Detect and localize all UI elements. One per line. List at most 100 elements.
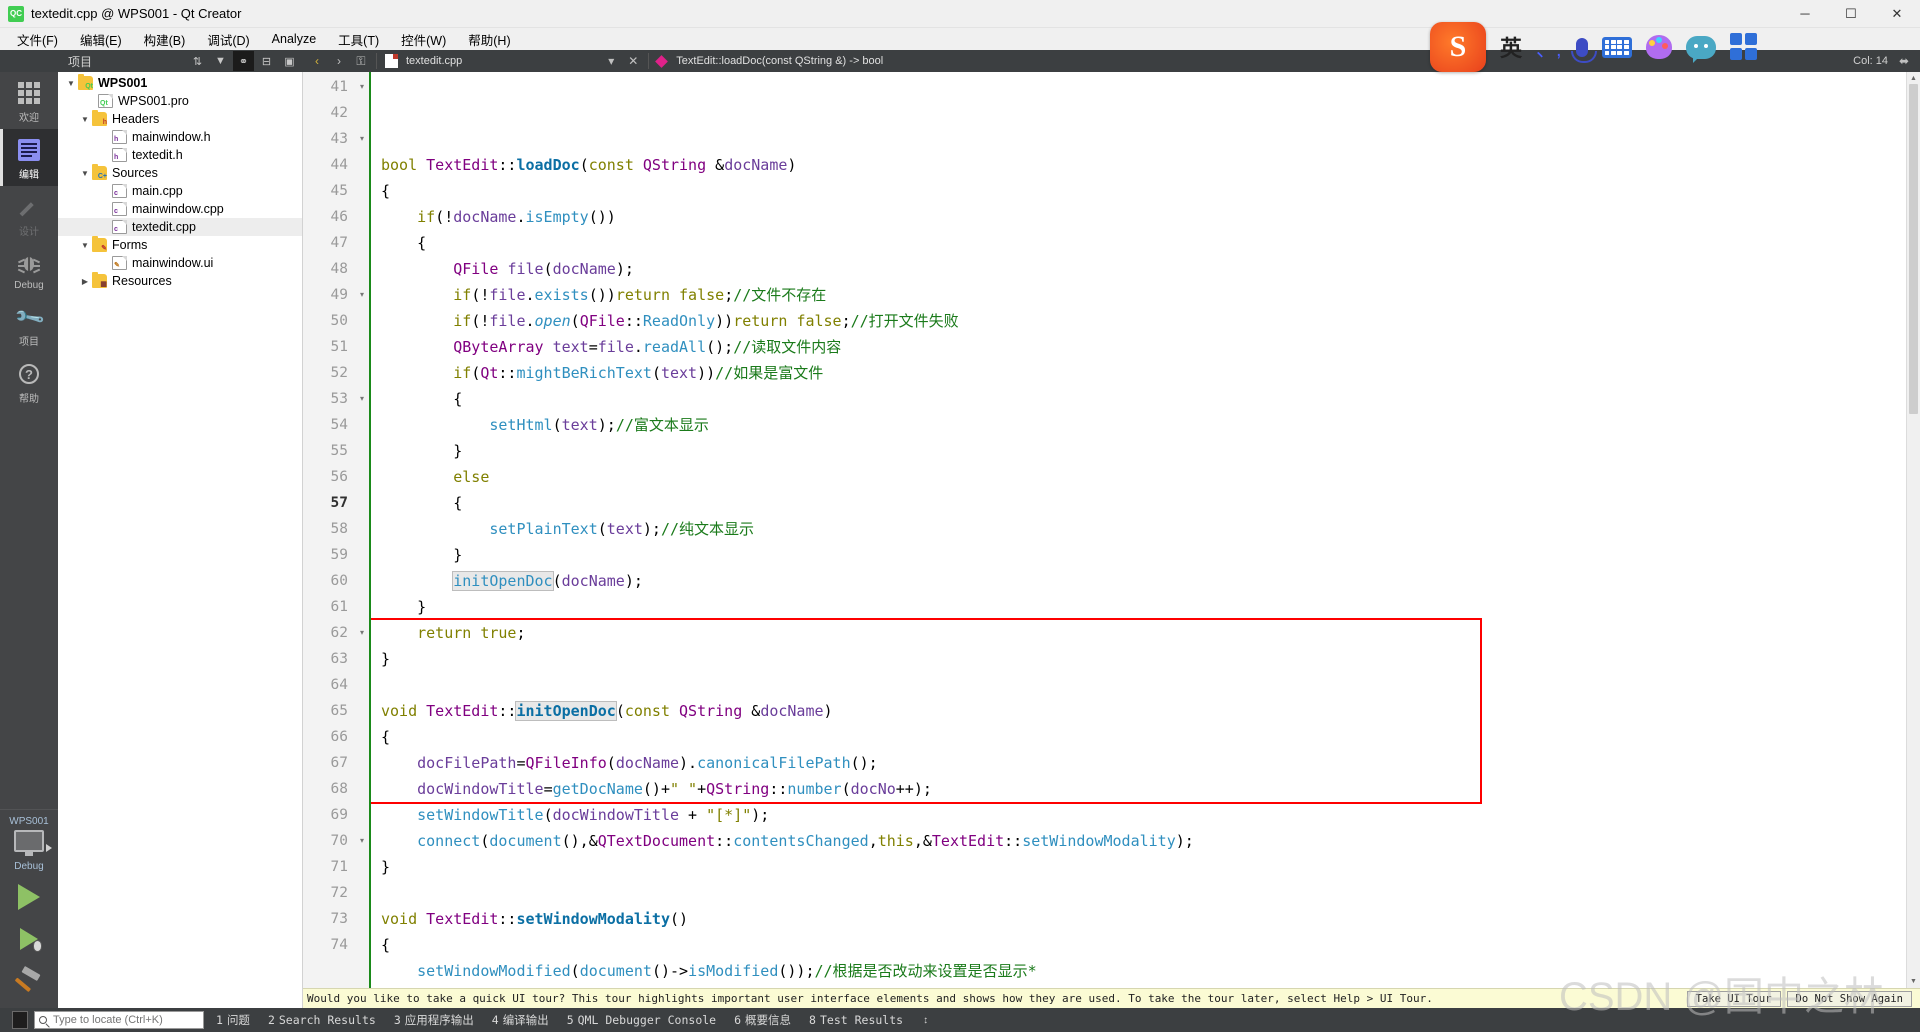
scrollbar-thumb[interactable] bbox=[1909, 84, 1918, 414]
locator-input[interactable] bbox=[51, 1013, 199, 1027]
mode-edit[interactable]: 编辑 bbox=[0, 129, 58, 186]
kit-expand-arrow-icon[interactable] bbox=[46, 844, 52, 852]
do-not-show-again-button[interactable]: Do Not Show Again bbox=[1786, 990, 1912, 1007]
tree-node-wps001-pro[interactable]: Qt WPS001.pro bbox=[58, 92, 302, 110]
split-editor-icon[interactable]: ⬌ bbox=[1894, 51, 1914, 71]
tree-node-forms[interactable]: ▼ ✎ Forms bbox=[58, 236, 302, 254]
tree-label: mainwindow.ui bbox=[132, 256, 214, 270]
palette-icon[interactable] bbox=[1645, 35, 1672, 59]
scroll-down-arrow-icon[interactable]: ▼ bbox=[1907, 975, 1920, 988]
ime-floating-bar[interactable]: S 英 、, bbox=[1430, 22, 1758, 72]
maximize-button[interactable]: ☐ bbox=[1828, 0, 1874, 28]
mode-projects[interactable]: 🔧 项目 bbox=[0, 296, 58, 353]
sidebar-toggle-icon[interactable] bbox=[12, 1011, 28, 1029]
fold-markers-column[interactable]: ▾ ▾ ▾ ▾ ▾ ▾ bbox=[355, 72, 369, 988]
symbol-combo[interactable]: TextEdit::loadDoc(const QString &) -> bo… bbox=[654, 51, 891, 71]
menu-edit[interactable]: 编辑(E) bbox=[69, 28, 133, 51]
tree-node-sources[interactable]: ▼ C+ Sources bbox=[58, 164, 302, 182]
kit-selector-group: WPS001 Debug bbox=[0, 809, 58, 1008]
line-number: 49 bbox=[330, 287, 348, 303]
tree-node-mainwindow-cpp[interactable]: c mainwindow.cpp bbox=[58, 200, 302, 218]
output-pane-qml-debugger-console[interactable]: 5 QML Debugger Console bbox=[561, 1013, 722, 1027]
twisty-down-icon[interactable]: ▼ bbox=[64, 79, 78, 88]
tree-node-textedit-cpp[interactable]: c textedit.cpp bbox=[58, 218, 302, 236]
mode-design[interactable]: 设计 bbox=[0, 186, 58, 243]
menu-help[interactable]: 帮助(H) bbox=[457, 28, 521, 51]
debug-button[interactable] bbox=[0, 918, 58, 960]
twisty-down-icon[interactable]: ▼ bbox=[78, 115, 92, 124]
tree-label: Resources bbox=[112, 274, 172, 288]
code-editor[interactable]: 41 42 43 44 45 46 47 48 49 50 51 52 53 54 55 56 57 58 59 60… bbox=[303, 72, 1920, 988]
toolbar-separator-2 bbox=[648, 53, 650, 69]
output-pane-test-results[interactable]: 8 Test Results bbox=[803, 1013, 909, 1027]
close-button[interactable]: ✕ bbox=[1874, 0, 1920, 28]
sort-icon[interactable]: ⇅ bbox=[187, 51, 208, 71]
tree-node-mainwindow-ui[interactable]: ✎ mainwindow.ui bbox=[58, 254, 302, 272]
tree-node-headers[interactable]: ▼ h Headers bbox=[58, 110, 302, 128]
split-icon[interactable]: ▣ bbox=[279, 51, 300, 71]
menu-window[interactable]: 控件(W) bbox=[390, 28, 457, 51]
fold-toggle-icon[interactable]: ▾ bbox=[355, 828, 369, 854]
sogou-ime-logo-icon[interactable]: S bbox=[1430, 22, 1486, 72]
code-line: setWindowTitle(docWindowTitle + "[*]"); bbox=[417, 806, 770, 824]
twisty-right-icon[interactable]: ▶ bbox=[78, 277, 92, 286]
back-navigation-icon[interactable]: ‹ bbox=[307, 51, 327, 71]
fold-toggle-icon[interactable]: ▾ bbox=[355, 126, 369, 152]
mode-help[interactable]: ? 帮助 bbox=[0, 353, 58, 410]
fold-toggle-icon[interactable]: ▾ bbox=[355, 386, 369, 412]
file-combo-dropdown-icon[interactable]: ▾ bbox=[601, 51, 621, 71]
ime-punctuation-label[interactable]: 、, bbox=[1536, 33, 1562, 62]
ime-mode-label[interactable]: 英 bbox=[1500, 31, 1522, 63]
line-number: 52 bbox=[330, 365, 348, 381]
twisty-down-icon[interactable]: ▼ bbox=[78, 241, 92, 250]
menu-build[interactable]: 构建(B) bbox=[133, 28, 197, 51]
forward-navigation-icon[interactable]: › bbox=[329, 51, 349, 71]
menu-tools[interactable]: 工具(T) bbox=[327, 28, 390, 51]
collapse-all-icon[interactable]: ⊟ bbox=[256, 51, 277, 71]
menu-analyze[interactable]: Analyze bbox=[261, 30, 327, 48]
project-tree[interactable]: ▼ Qt WPS001 Qt WPS001.pro ▼ h Headers h … bbox=[58, 72, 303, 1008]
menu-file[interactable]: 文件(F) bbox=[6, 28, 69, 51]
tree-node-textedit-h[interactable]: h textedit.h bbox=[58, 146, 302, 164]
lock-icon[interactable]: ⚿ bbox=[351, 51, 371, 71]
code-text[interactable]: bool TextEdit::loadDoc(const QString &do… bbox=[371, 72, 1906, 988]
keyboard-icon[interactable] bbox=[1601, 36, 1632, 58]
code-line: setPlainText(text);//纯文本显示 bbox=[489, 520, 755, 538]
editor-vertical-scrollbar[interactable]: ▲ ▼ bbox=[1906, 72, 1920, 988]
output-pane-general-messages[interactable]: 6 概要信息 bbox=[728, 1012, 797, 1028]
minimize-button[interactable]: ─ bbox=[1782, 0, 1828, 28]
build-button[interactable] bbox=[0, 960, 58, 1002]
mode-debug[interactable]: Debug bbox=[0, 243, 58, 296]
output-pane-search-results[interactable]: 2 Search Results bbox=[262, 1013, 382, 1027]
fold-toggle-icon[interactable]: ▾ bbox=[355, 74, 369, 100]
output-pane-compile-output[interactable]: 4 编译输出 bbox=[486, 1012, 555, 1028]
output-pane-application-output[interactable]: 3 应用程序输出 bbox=[388, 1012, 480, 1028]
kit-selector[interactable]: WPS001 Debug bbox=[0, 809, 58, 876]
close-document-icon[interactable]: ✕ bbox=[623, 51, 643, 71]
tree-node-mainwindow-h[interactable]: h mainwindow.h bbox=[58, 128, 302, 146]
locator-input-wrap[interactable] bbox=[34, 1011, 204, 1029]
app-grid-icon[interactable] bbox=[1729, 33, 1758, 61]
menu-debug[interactable]: 调试(D) bbox=[196, 28, 260, 51]
tree-node-resources[interactable]: ▶ ▦ Resources bbox=[58, 272, 302, 290]
output-pane-resize-handle-icon[interactable]: ↕ bbox=[915, 1015, 936, 1026]
tree-node-wps001[interactable]: ▼ Qt WPS001 bbox=[58, 74, 302, 92]
microphone-icon[interactable] bbox=[1570, 37, 1597, 63]
chat-bubble-icon[interactable] bbox=[1685, 35, 1716, 63]
open-file-combo[interactable]: textedit.cpp bbox=[382, 51, 470, 71]
fold-toggle-icon[interactable]: ▾ bbox=[355, 282, 369, 308]
mode-welcome[interactable]: 欢迎 bbox=[0, 72, 58, 129]
tree-node-main-cpp[interactable]: c main.cpp bbox=[58, 182, 302, 200]
fold-toggle-icon[interactable]: ▾ bbox=[355, 620, 369, 646]
code-line: } bbox=[381, 442, 463, 460]
output-pane-problems[interactable]: 1 问题 bbox=[210, 1012, 256, 1028]
run-button[interactable] bbox=[0, 876, 58, 918]
take-ui-tour-button[interactable]: Take UI Tour bbox=[1686, 990, 1781, 1007]
link-sync-icon[interactable]: ⚭ bbox=[233, 51, 254, 71]
twisty-down-icon[interactable]: ▼ bbox=[78, 169, 92, 178]
filter-icon[interactable]: ▼ bbox=[210, 51, 231, 71]
